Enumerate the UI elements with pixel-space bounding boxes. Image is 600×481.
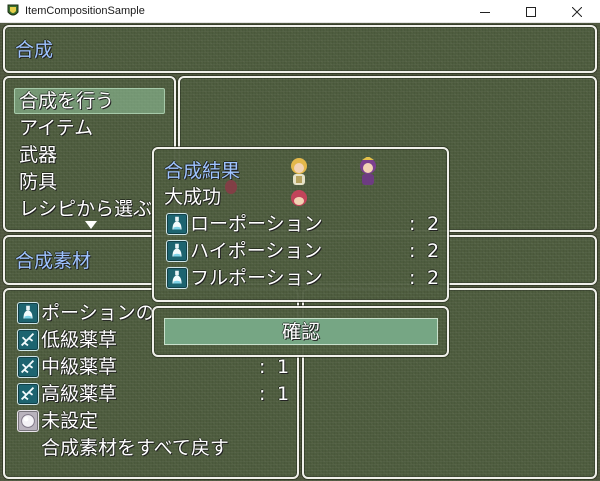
- result-item-name-2: ハイポーション: [190, 240, 323, 262]
- command-window: 合成を行う アイテム 武器 防具 レシピから選ぶ: [3, 76, 176, 232]
- minimize-button[interactable]: [462, 0, 508, 23]
- triangle-down-icon[interactable]: [85, 221, 97, 229]
- result-item-separator-2: :: [409, 240, 416, 262]
- herb-icon: [17, 356, 39, 378]
- result-item-quantity-3: 2: [427, 267, 440, 289]
- result-item-quantity-2: 2: [427, 240, 440, 262]
- return-all-materials-command[interactable]: 合成素材をすべて戻す: [41, 436, 229, 460]
- game-canvas: 合成 合成を行う アイテム 武器 防具 レシピから選ぶ 合成素材 ポーションの …: [0, 23, 600, 481]
- potion-icon: [17, 302, 39, 324]
- result-item-quantity-1: 2: [427, 213, 440, 235]
- empty-orb-icon: [17, 410, 39, 432]
- command-item-items[interactable]: アイテム: [19, 116, 93, 140]
- material-name-2[interactable]: 低級薬草: [41, 328, 117, 352]
- material-name-1[interactable]: ポーションの: [41, 301, 155, 325]
- potion-icon: [166, 240, 188, 262]
- maximize-button[interactable]: [508, 0, 554, 23]
- material-name-4[interactable]: 高級薬草: [41, 382, 117, 406]
- material-separator-4: :: [259, 383, 266, 405]
- character-sprite: [291, 190, 307, 206]
- app-icon: [7, 4, 19, 16]
- character-sprite: [225, 180, 237, 194]
- title-bar[interactable]: ItemCompositionSample: [0, 0, 600, 23]
- herb-icon: [17, 383, 39, 405]
- potion-icon: [166, 213, 188, 235]
- confirm-dialog: 確認: [152, 306, 449, 357]
- scene-title: 合成: [15, 39, 54, 61]
- command-item-armor[interactable]: 防具: [19, 170, 57, 194]
- material-name-5[interactable]: 未設定: [41, 409, 98, 433]
- materials-title: 合成素材: [15, 250, 92, 272]
- material-quantity-3: 1: [277, 356, 290, 378]
- confirm-button[interactable]: 確認: [164, 318, 438, 345]
- material-separator-3: :: [259, 356, 266, 378]
- result-item-separator-3: :: [409, 267, 416, 289]
- result-item-name-3: フルポーション: [190, 267, 323, 289]
- character-sprite: [291, 158, 307, 185]
- result-item-separator-1: :: [409, 213, 416, 235]
- header-window: 合成: [3, 25, 597, 73]
- maximize-icon: [526, 6, 536, 17]
- window-controls: [462, 0, 600, 23]
- window-title: ItemCompositionSample: [25, 5, 145, 17]
- result-dialog: 合成結果 大成功 ローポーション : 2 ハイポーション : 2 フルポーション: [152, 147, 449, 302]
- result-outcome: 大成功: [164, 186, 222, 208]
- close-button[interactable]: [554, 0, 600, 23]
- close-icon: [572, 6, 582, 17]
- command-item-weapons[interactable]: 武器: [19, 143, 57, 167]
- command-item-compose[interactable]: 合成を行う: [19, 89, 114, 113]
- material-name-3[interactable]: 中級薬草: [41, 355, 117, 379]
- command-item-recipe[interactable]: レシピから選ぶ: [19, 197, 152, 221]
- result-item-name-1: ローポーション: [190, 213, 323, 235]
- potion-icon: [166, 267, 188, 289]
- minimize-icon: [480, 11, 490, 13]
- material-quantity-4: 1: [277, 383, 290, 405]
- character-sprite: [360, 157, 376, 185]
- herb-icon: [17, 329, 39, 351]
- confirm-button-label: 確認: [281, 320, 320, 343]
